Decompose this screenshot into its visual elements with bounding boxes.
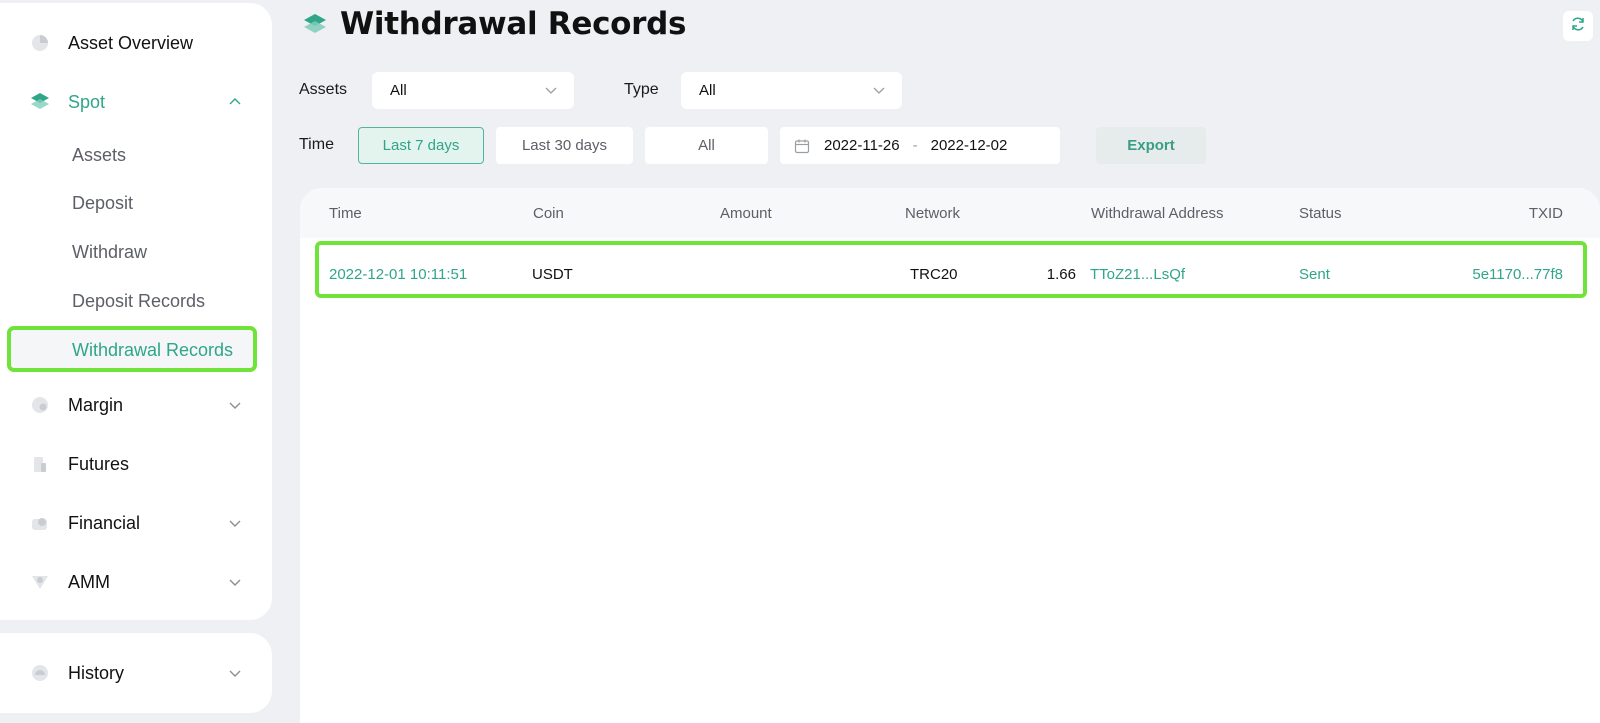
time-label: Time — [299, 136, 334, 153]
date-range-picker[interactable]: 2022-11-26 - 2022-12-02 — [780, 127, 1060, 164]
layers-icon — [302, 12, 328, 38]
amm-icon — [30, 572, 50, 592]
nav-spot-assets[interactable]: Assets — [72, 141, 126, 169]
chevron-down-icon — [228, 516, 242, 530]
time-option-last-7-days[interactable]: Last 7 days — [358, 127, 484, 164]
row-selection-highlight — [315, 241, 1587, 298]
nav-spot-deposit-records[interactable]: Deposit Records — [72, 287, 205, 315]
nav-spot-withdraw[interactable]: Withdraw — [72, 238, 147, 266]
column-header-network: Network — [905, 205, 961, 222]
assets-dropdown[interactable]: All — [372, 72, 574, 109]
nav-spot-label: Spot — [68, 91, 106, 112]
financial-icon — [30, 513, 50, 533]
pie-chart-icon — [30, 33, 50, 53]
nav-asset-overview[interactable]: Asset Overview — [30, 25, 242, 61]
nav-history[interactable]: History — [30, 655, 242, 691]
chevron-down-icon — [228, 575, 242, 589]
nav-financial-label: Financial — [68, 512, 141, 533]
nav-amm[interactable]: AMM — [30, 564, 242, 600]
assets-value: All — [390, 82, 407, 99]
nav-history-label: History — [68, 662, 125, 683]
nav-futures-label: Futures — [68, 453, 130, 474]
layers-icon — [30, 92, 50, 112]
chevron-down-icon — [544, 83, 558, 101]
type-dropdown[interactable]: All — [681, 72, 902, 109]
date-end[interactable]: 2022-12-02 — [931, 137, 1008, 154]
refresh-button[interactable] — [1563, 11, 1593, 41]
margin-icon — [30, 395, 50, 415]
column-header-coin: Coin — [533, 205, 564, 222]
calendar-icon — [794, 138, 810, 154]
chevron-down-icon — [872, 83, 886, 101]
date-start[interactable]: 2022-11-26 — [824, 137, 900, 154]
refresh-icon — [1570, 16, 1586, 37]
time-option-last-30-days[interactable]: Last 30 days — [496, 127, 633, 164]
nav-spot-withdrawal-records[interactable]: Withdrawal Records — [72, 336, 233, 364]
chevron-down-icon — [228, 666, 242, 680]
nav-margin[interactable]: Margin — [30, 387, 242, 423]
assets-label: Assets — [299, 81, 348, 98]
page-title: Withdrawal Records — [340, 6, 687, 42]
nav-asset-overview-label: Asset Overview — [68, 32, 194, 53]
nav-spot-deposit[interactable]: Deposit — [72, 189, 133, 217]
futures-icon — [30, 454, 50, 474]
column-header-withdrawal-address: Withdrawal Address — [1091, 205, 1224, 222]
column-header-txid: TXID — [1528, 205, 1563, 222]
type-value: All — [699, 82, 716, 99]
time-option-all[interactable]: All — [645, 127, 768, 164]
column-header-time: Time — [329, 205, 362, 222]
nav-amm-label: AMM — [68, 571, 110, 592]
nav-spot[interactable]: Spot — [30, 84, 242, 120]
type-label: Type — [624, 81, 659, 98]
date-separator: - — [912, 137, 918, 154]
nav-financial[interactable]: Financial — [30, 505, 242, 541]
nav-futures[interactable]: Futures — [30, 446, 242, 482]
chevron-down-icon — [228, 398, 242, 412]
chevron-up-icon — [228, 95, 242, 109]
history-icon — [30, 663, 50, 683]
column-header-status: Status — [1299, 205, 1342, 222]
column-header-amount: Amount — [720, 205, 772, 222]
nav-margin-label: Margin — [68, 394, 124, 415]
export-button[interactable]: Export — [1096, 127, 1206, 164]
